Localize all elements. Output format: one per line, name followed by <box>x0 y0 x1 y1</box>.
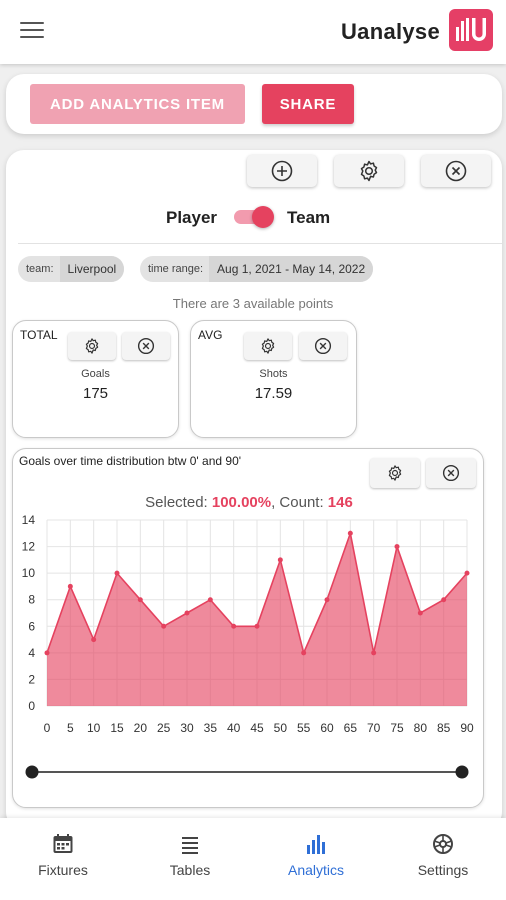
toggle-label-player: Player <box>166 208 218 227</box>
chip-value: Liverpool <box>59 256 125 282</box>
stat-card-avg: AVG Shots 17.59 <box>190 320 357 438</box>
divider <box>18 243 502 244</box>
bottom-navigation: Fixtures Tables Analytics Settings <box>0 818 506 900</box>
close-circle-icon <box>137 337 155 355</box>
chip-key: team: <box>26 263 54 275</box>
close-circle-icon <box>445 160 467 182</box>
menu-icon[interactable] <box>20 22 44 42</box>
card-close-button[interactable] <box>421 155 491 187</box>
gear-icon <box>360 160 378 182</box>
close-circle-icon <box>314 337 332 355</box>
stat-value: 175 <box>82 385 109 402</box>
stat-settings-button[interactable] <box>68 332 116 360</box>
stat-type: AVG <box>198 328 223 342</box>
nav-label: Fixtures <box>38 862 88 878</box>
filter-chip-time-range[interactable]: time range: Aug 1, 2021 - May 14, 2022 <box>140 256 374 282</box>
share-button[interactable]: SHARE <box>262 84 354 124</box>
app-title: Uanalyse <box>340 19 440 44</box>
gear-icon <box>261 338 275 354</box>
app-bar: Uanalyse <box>0 0 506 64</box>
selected-percent: 100.00% <box>211 494 272 511</box>
stat-close-button[interactable] <box>122 332 170 360</box>
chart-title: Goals over time distribution btw 0' and … <box>19 454 242 468</box>
list-icon <box>178 832 202 856</box>
stat-type: TOTAL <box>20 328 58 342</box>
filter-chip-team[interactable]: team: Liverpool <box>18 256 125 282</box>
gear-icon <box>85 338 99 354</box>
stat-name: Goals <box>81 368 110 380</box>
distribution-chart-card: Goals over time distribution btw 0' and … <box>12 448 484 808</box>
logo-icon <box>456 18 486 41</box>
count-value: 146 <box>327 494 353 511</box>
stat-card-total: TOTAL Goals 175 <box>12 320 179 438</box>
chip-value: Aug 1, 2021 - May 14, 2022 <box>209 256 374 282</box>
stat-name: Shots <box>259 368 288 380</box>
add-analytics-item-button[interactable]: ADD ANALYTICS ITEM <box>30 84 245 124</box>
nav-label: Settings <box>417 862 469 878</box>
toggle-label-team: Team <box>287 208 331 227</box>
nav-label: Tables <box>169 862 211 878</box>
count-prefix: , Count: <box>271 494 328 511</box>
stat-value: 17.59 <box>254 385 293 402</box>
settings-icon <box>431 832 455 856</box>
stat-settings-button[interactable] <box>244 332 292 360</box>
add-point-button[interactable] <box>247 155 317 187</box>
nav-item-analytics[interactable]: Analytics <box>253 818 379 900</box>
stat-close-button[interactable] <box>299 332 347 360</box>
available-points-text: There are 3 available points <box>172 296 334 311</box>
selection-summary: Selected: 100.00%, Count: 146 <box>13 494 485 511</box>
toggle-knob[interactable] <box>252 206 274 228</box>
nav-item-settings[interactable]: Settings <box>380 818 506 900</box>
calendar-icon <box>51 832 75 856</box>
gear-icon <box>388 465 402 481</box>
selected-prefix: Selected: <box>145 494 212 511</box>
plus-circle-icon <box>271 160 293 182</box>
nav-item-fixtures[interactable]: Fixtures <box>0 818 126 900</box>
nav-item-tables[interactable]: Tables <box>127 818 253 900</box>
card-settings-button[interactable] <box>334 155 404 187</box>
close-circle-icon <box>442 464 460 482</box>
bar-chart-icon <box>304 832 328 856</box>
chart-close-button[interactable] <box>426 458 476 488</box>
app-logo <box>449 9 493 51</box>
chart-settings-button[interactable] <box>370 458 420 488</box>
nav-label: Analytics <box>287 862 345 878</box>
chip-key: time range: <box>148 263 204 275</box>
